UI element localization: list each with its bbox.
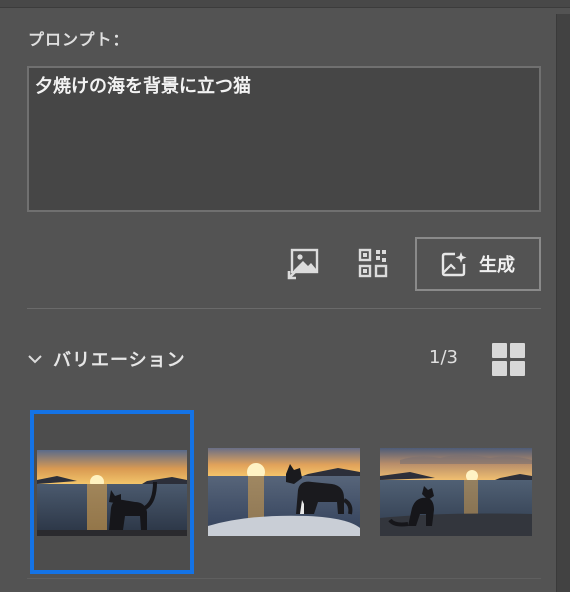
generate-button[interactable]: 生成 [415,237,541,291]
prompt-label: プロンプト： [28,30,130,49]
sparkle-image-icon [441,252,467,277]
chevron-down-icon [28,355,42,364]
variation-image-3 [380,448,532,536]
image-reference-icon [287,248,319,280]
section-divider [27,308,541,309]
variation-thumbnail-1[interactable] [30,410,194,574]
variation-image-1 [37,450,187,536]
qr-grid-icon [358,248,388,278]
style-reference-button[interactable] [356,247,390,281]
prompt-text[interactable]: 夕焼けの海を背景に立つ猫 [35,72,251,98]
panel-bottom-divider [27,578,541,579]
variations-title: バリエーション [53,350,186,371]
panel-top-strip [0,0,570,8]
generate-label: 生成 [479,255,515,276]
scrollbar[interactable] [556,14,570,592]
variation-image-2 [208,448,360,536]
variations-section-toggle[interactable]: バリエーション [27,344,186,374]
variation-thumbnail-3[interactable] [380,448,532,536]
grid-view-icon [492,343,526,377]
grid-view-button[interactable] [492,343,526,377]
image-reference-button[interactable] [286,247,320,281]
variation-thumbnail-2[interactable] [208,448,360,536]
prompt-input[interactable]: 夕焼けの海を背景に立つ猫 [27,66,541,212]
variation-counter: 1/3 [429,347,458,368]
